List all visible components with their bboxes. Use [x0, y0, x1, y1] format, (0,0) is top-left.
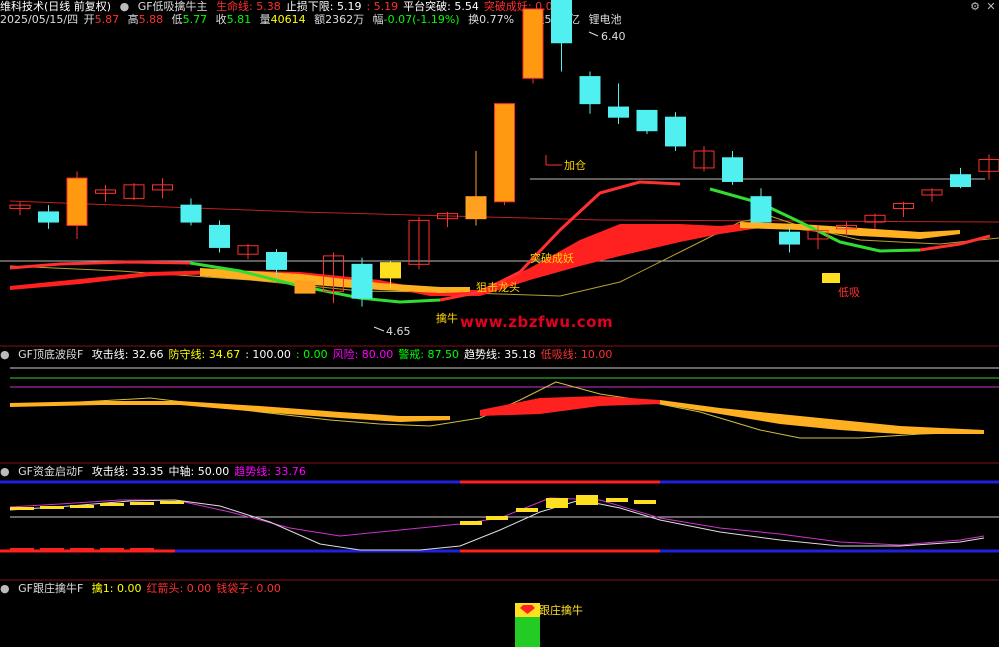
candle-body — [750, 196, 772, 223]
signal-bar — [606, 498, 628, 502]
candle-body — [209, 224, 230, 248]
signal-column-green — [515, 617, 540, 647]
high-mark-label: 6.40 — [601, 30, 626, 43]
candle-body — [465, 196, 487, 220]
circle-icon: ● — [0, 582, 10, 595]
signal-bar — [100, 503, 124, 506]
orange-ribbon — [10, 401, 450, 422]
panel3-item: 中轴: 50.00 — [168, 465, 230, 478]
candle-body — [294, 280, 316, 294]
panel4-item: 擒1: 0.00 — [91, 582, 142, 595]
panel3-item: 攻击线: 33.35 — [91, 465, 164, 478]
candle-body — [38, 211, 59, 223]
orange-ribbon — [660, 400, 984, 434]
panel2-item: 警戒: 87.50 — [398, 348, 460, 361]
candle-body — [522, 8, 544, 79]
panel2-item: 防守线: 34.67 — [168, 348, 241, 361]
panel3-items: 攻击线: 33.35 中轴: 50.00 趋势线: 33.76 — [92, 465, 311, 478]
panel2-item: 低吸线: 10.00 — [540, 348, 613, 361]
signal-bar — [460, 521, 482, 525]
pointer-line — [588, 31, 599, 37]
panel2-item: 趋势线: 35.18 — [464, 348, 536, 361]
breakout-label: 突破成妖 — [530, 251, 574, 265]
candle-body — [950, 174, 971, 188]
panel4-item: 钱袋子: 0.00 — [216, 582, 281, 595]
candle-body — [66, 177, 88, 226]
candle-body — [636, 109, 658, 132]
panel4-item: 红箭头: 0.00 — [146, 582, 212, 595]
signal-bar — [576, 495, 598, 505]
lowbuy-label: 低吸 — [838, 286, 860, 299]
watermark: www.zbzfwu.com — [460, 313, 614, 331]
signal-bar-red — [100, 548, 124, 552]
panel4-items: 擒1: 0.00 红箭头: 0.00 钱袋子: 0.00 — [92, 582, 286, 595]
trend-line-p3 — [9, 497, 985, 546]
life-curve-red — [919, 234, 991, 252]
signal-bar-red — [40, 548, 64, 552]
pointer-line — [373, 326, 385, 332]
candle-body — [380, 262, 401, 279]
candle-body — [551, 0, 572, 44]
panel3-item: 趋势线: 33.76 — [234, 465, 306, 478]
attack-line-p3 — [9, 499, 985, 551]
candle-body — [722, 157, 743, 182]
panel4-title[interactable]: GF跟庄擒牛F — [18, 582, 83, 595]
candle-body — [779, 231, 800, 245]
low-mark-label: 4.65 — [386, 325, 411, 338]
signal-bar-red — [130, 548, 154, 552]
signal-bar — [160, 501, 184, 504]
candle-body — [351, 263, 373, 299]
red-ribbon — [480, 396, 660, 416]
candle-body — [494, 103, 515, 203]
add-label: 加仓 — [564, 158, 586, 172]
candle-body — [608, 106, 629, 118]
candle-body — [579, 76, 601, 105]
panel4-header: ● GF跟庄擒牛F 擒1: 0.00 红箭头: 0.00 钱袋子: 0.00 — [0, 582, 291, 596]
candle-body — [665, 116, 686, 147]
panel2-items: 攻击线: 32.66 防守线: 34.67 : 100.00 : 0.00 风险: 80… — [92, 348, 618, 361]
circle-icon: ● — [0, 348, 10, 361]
signal-bar — [40, 506, 64, 509]
lowbuy-marker — [822, 273, 840, 283]
panel2-item: : 100.00 — [245, 348, 291, 361]
panel2-item: 攻击线: 32.66 — [91, 348, 164, 361]
panel3-header: ● GF资金启动F 攻击线: 33.35 中轴: 50.00 趋势线: 33.76 — [0, 465, 316, 479]
panel2-item: : 0.00 — [295, 348, 328, 361]
signal-bar — [486, 516, 508, 520]
catch-label: 擒牛 — [436, 311, 458, 325]
signal-bar-red — [70, 548, 94, 552]
panel2-header: ● GF顶底波段F 攻击线: 32.66 防守线: 34.67 : 100.00 : … — [0, 348, 622, 362]
signal-bar — [546, 498, 568, 508]
signal-bar-red — [10, 548, 34, 552]
dragon-label: 狙击龙头 — [476, 281, 520, 294]
candle-body — [180, 204, 202, 223]
signal-bar — [634, 500, 656, 504]
orange-ribbon — [740, 222, 960, 239]
life-curve-red — [9, 260, 191, 270]
signal-label: 跟庄擒牛 — [539, 603, 583, 617]
panel2-title[interactable]: GF顶底波段F — [18, 348, 83, 361]
signal-bar — [516, 508, 538, 512]
panel3-title[interactable]: GF资金启动F — [18, 465, 83, 478]
panel2-item: 风险: 80.00 — [332, 348, 394, 361]
circle-icon: ● — [0, 465, 10, 478]
signal-bar — [130, 502, 154, 505]
candle-body — [266, 252, 287, 270]
signal-bar — [10, 507, 34, 510]
signal-bar — [70, 505, 94, 508]
